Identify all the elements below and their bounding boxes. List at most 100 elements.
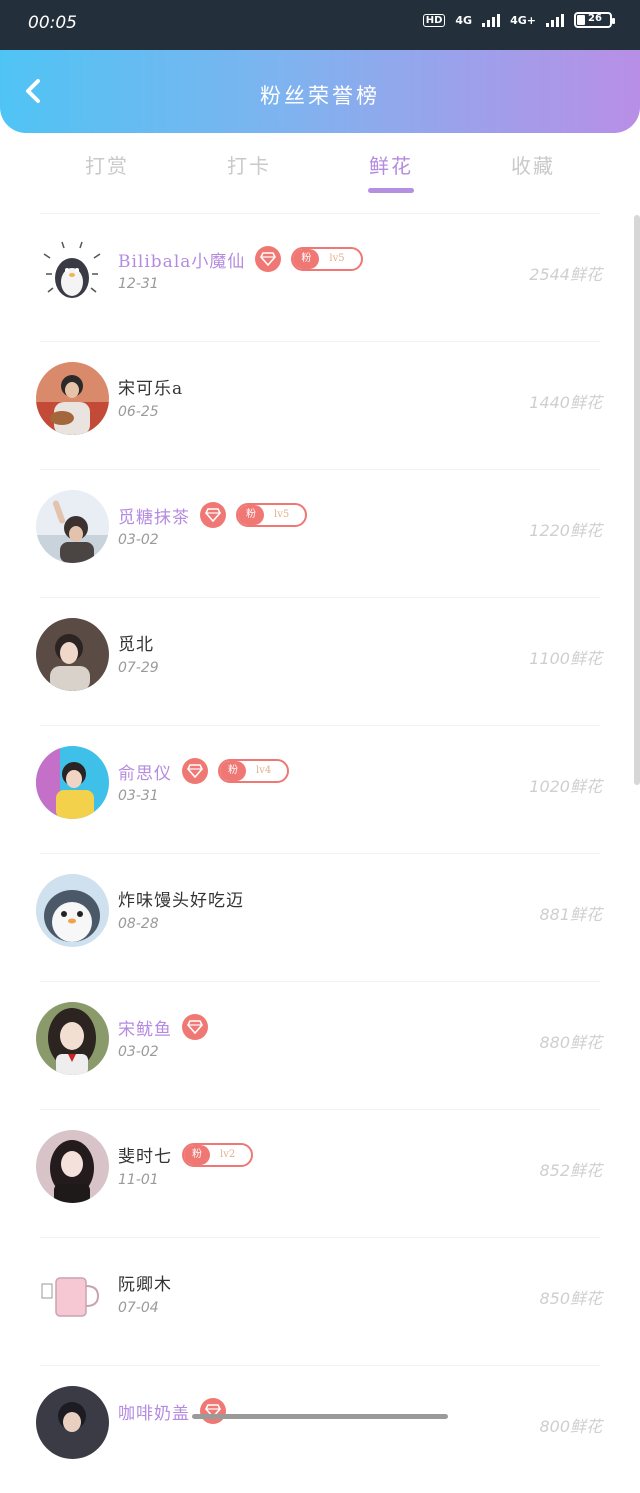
avatar[interactable]: [36, 362, 109, 435]
tab-reward[interactable]: 打赏: [67, 150, 147, 179]
list-item[interactable]: 觅糖抹茶 粉 lv5 03-02 1220鲜花: [0, 469, 640, 597]
tab-flowers[interactable]: 鲜花: [351, 150, 431, 193]
page-header: 粉丝荣誉榜: [0, 50, 640, 133]
divider: [40, 981, 600, 982]
divider: [40, 1237, 600, 1238]
divider: [40, 1109, 600, 1110]
status-time: 00:05: [28, 13, 77, 33]
avatar[interactable]: [36, 1002, 109, 1075]
active-tab-indicator: [368, 188, 414, 193]
penguin-face-avatar-icon: [36, 874, 109, 947]
fan-level-badge[interactable]: 粉 lv5: [291, 247, 363, 271]
flower-count: 852鲜花: [539, 1161, 602, 1180]
list-item[interactable]: 阮卿木 07-04 850鲜花: [0, 1237, 640, 1365]
username-row: 斐时七 粉 lv2: [118, 1142, 254, 1167]
fan-badge-label: 粉: [238, 505, 264, 525]
fan-level-badge[interactable]: 粉 lv2: [182, 1142, 254, 1167]
username[interactable]: 觅糖抹茶: [118, 503, 190, 528]
status-icons: HD 4G 4G+ 26: [422, 12, 615, 28]
avatar[interactable]: [36, 490, 109, 563]
fan-badge-label: 粉: [184, 1144, 210, 1165]
vip-diamond-icon[interactable]: [200, 502, 226, 528]
tab-favorites[interactable]: 收藏: [493, 150, 573, 179]
date: 07-29: [118, 660, 159, 676]
list-item[interactable]: 咖啡奶盖 800鲜花: [0, 1365, 640, 1493]
fan-level-badge[interactable]: 粉 lv5: [236, 503, 308, 527]
tab-bar: 打赏 打卡 鲜花 收藏: [0, 140, 640, 196]
scrollbar[interactable]: [634, 215, 640, 785]
divider: [40, 341, 600, 342]
ranking-list: Bilibala小魔仙 粉 lv5 12-31 2544鲜花 宋可乐a 06-25…: [0, 213, 640, 1493]
anime-girl-avatar-icon: [36, 1002, 109, 1075]
username-row: 觅糖抹茶 粉 lv5: [118, 502, 308, 528]
signal-icon-2: [546, 13, 564, 27]
tab-checkin[interactable]: 打卡: [209, 150, 289, 179]
username-row: 俞思仪 粉 lv4: [118, 758, 290, 784]
fan-level-badge[interactable]: 粉 lv4: [218, 759, 290, 783]
flower-count: 1440鲜花: [529, 393, 602, 412]
list-item[interactable]: 宋鱿鱼 03-02 880鲜花: [0, 981, 640, 1109]
divider: [40, 597, 600, 598]
username[interactable]: 宋可乐a: [118, 374, 183, 399]
username-row: 宋可乐a: [118, 374, 183, 399]
username[interactable]: Bilibala小魔仙: [118, 247, 245, 272]
list-item[interactable]: 斐时七 粉 lv2 11-01 852鲜花: [0, 1109, 640, 1237]
avatar[interactable]: [36, 1258, 109, 1331]
date: 07-04: [118, 1300, 159, 1316]
flower-count: 850鲜花: [539, 1289, 602, 1308]
fan-badge-label: 粉: [293, 249, 320, 269]
username[interactable]: 宋鱿鱼: [118, 1015, 172, 1040]
username[interactable]: 俞思仪: [118, 759, 172, 784]
username[interactable]: 觅北: [118, 630, 154, 655]
tab-flowers-label: 鲜花: [369, 154, 413, 178]
vip-diamond-icon[interactable]: [182, 758, 208, 784]
date: 11-01: [118, 1172, 159, 1188]
divider: [40, 725, 600, 726]
username-row: 觅北: [118, 630, 154, 655]
fan-badge-level: lv5: [329, 253, 345, 264]
avatar[interactable]: [36, 874, 109, 947]
penguin-avatar-icon: [36, 234, 109, 307]
person-avatar-icon: [36, 618, 109, 691]
date: 08-28: [118, 916, 159, 932]
fan-badge-level: lv4: [256, 765, 272, 776]
username[interactable]: 炸味馒头好吃迈: [118, 886, 244, 911]
list-item[interactable]: Bilibala小魔仙 粉 lv5 12-31 2544鲜花: [0, 213, 640, 341]
network-4g-label: 4G: [455, 13, 473, 27]
username[interactable]: 阮卿木: [118, 1270, 172, 1295]
date: 06-25: [118, 404, 159, 420]
person-waving-avatar-icon: [36, 490, 109, 563]
battery-level: 26: [588, 13, 602, 24]
list-item[interactable]: 宋可乐a 06-25 1440鲜花: [0, 341, 640, 469]
avatar[interactable]: [36, 1130, 109, 1203]
username-row: Bilibala小魔仙 粉 lv5: [118, 246, 363, 272]
status-bar: 00:05 HD 4G 4G+ 26: [0, 0, 640, 50]
fan-badge-label: 粉: [220, 761, 246, 781]
flower-count: 1020鲜花: [529, 777, 602, 796]
list-item[interactable]: 俞思仪 粉 lv4 03-31 1020鲜花: [0, 725, 640, 853]
home-indicator[interactable]: [192, 1414, 448, 1419]
divider: [40, 1365, 600, 1366]
vip-diamond-icon[interactable]: [182, 1014, 208, 1040]
person-yellow-avatar-icon: [36, 746, 109, 819]
avatar[interactable]: [36, 746, 109, 819]
hd-icon: HD: [422, 13, 446, 27]
flower-count: 881鲜花: [539, 905, 602, 924]
username[interactable]: 斐时七: [118, 1142, 172, 1167]
woman-avatar-icon: [36, 1130, 109, 1203]
avatar[interactable]: [36, 234, 109, 307]
person-dark-avatar-icon: [36, 1386, 109, 1459]
list-item[interactable]: 炸味馒头好吃迈 08-28 881鲜花: [0, 853, 640, 981]
flower-count: 1100鲜花: [529, 649, 602, 668]
avatar[interactable]: [36, 618, 109, 691]
avatar[interactable]: [36, 1386, 109, 1459]
vip-diamond-icon[interactable]: [200, 1398, 226, 1424]
vip-diamond-icon[interactable]: [255, 246, 282, 272]
date: 03-02: [118, 532, 159, 548]
username-row: 阮卿木: [118, 1270, 172, 1295]
date: 12-31: [118, 276, 159, 292]
username[interactable]: 咖啡奶盖: [118, 1399, 190, 1424]
fan-badge-level: lv2: [220, 1148, 236, 1160]
list-item[interactable]: 觅北 07-29 1100鲜花: [0, 597, 640, 725]
signal-icon: [482, 13, 501, 27]
